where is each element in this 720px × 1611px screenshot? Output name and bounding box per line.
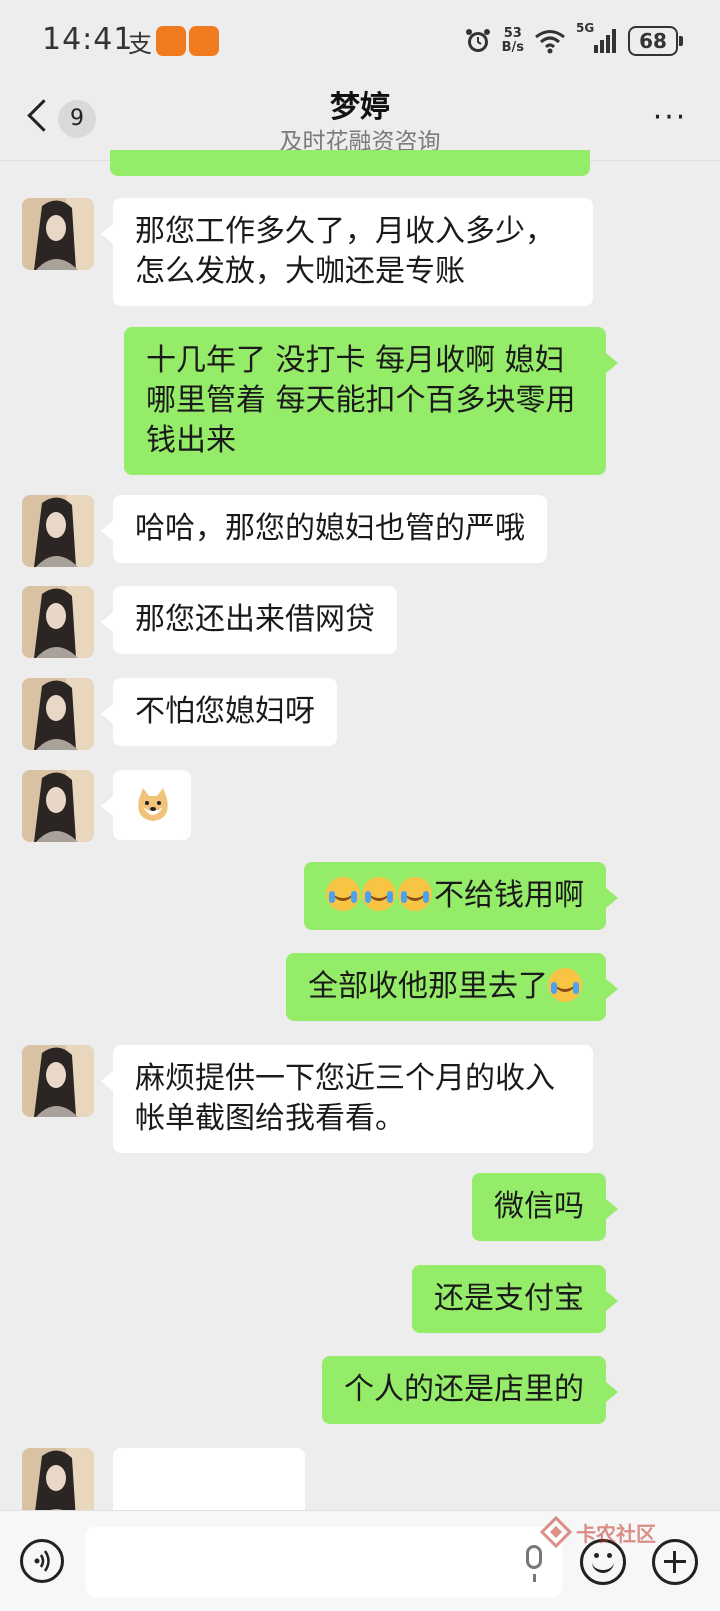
contact-avatar[interactable] — [22, 198, 94, 270]
chat-header: 9 梦婷 及时花融资咨询 ··· — [0, 80, 720, 161]
net-speed-unit: B/s — [501, 40, 524, 55]
message-text: 全部收他那里去了 — [308, 969, 548, 1004]
message-bubble-incoming[interactable]: 麻烦提供一下您近三个月的收入帐单截图给我看看。 — [101, 1045, 593, 1153]
message-text: 不给钱用啊 — [434, 878, 584, 913]
watermark-logo-icon — [539, 1515, 573, 1549]
face-with-tears-of-joy-icon — [326, 877, 360, 911]
message-bubble-incoming-partial[interactable] — [113, 1448, 305, 1510]
contact-avatar[interactable] — [22, 1448, 94, 1510]
face-with-tears-of-joy-icon — [398, 877, 432, 911]
cellular-signal-icon: 5G — [576, 21, 618, 55]
message-bubble-outgoing[interactable]: 十几年了 没打卡 每月收啊 媳妇哪里管着 每天能扣个百多块零用钱出来 — [124, 327, 618, 475]
alipay-icon: 支 — [128, 30, 152, 58]
watermark: 卡农社区 — [539, 1515, 660, 1556]
wifi-icon — [535, 30, 565, 54]
message-input[interactable] — [86, 1527, 562, 1597]
net-speed-value: 53 — [503, 26, 522, 41]
message-bubble-outgoing[interactable]: 微信吗 — [472, 1173, 618, 1241]
more-options-button[interactable]: ··· — [650, 100, 690, 135]
message-bubble-incoming[interactable]: 不怕您媳妇呀 — [101, 678, 337, 746]
message-bubble-incoming[interactable]: 那您还出来借网贷 — [101, 586, 397, 654]
contact-avatar[interactable] — [22, 586, 94, 658]
battery-indicator: 68 — [628, 26, 683, 56]
message-bubble-outgoing[interactable]: 还是支付宝 — [412, 1265, 618, 1333]
face-with-tears-of-joy-icon — [548, 968, 582, 1002]
status-icons: 53 B/s 5G 68 — [464, 21, 683, 58]
message-bubble-outgoing[interactable]: 全部收他那里去了 — [286, 953, 618, 1021]
watermark-text: 卡农社区 — [576, 1522, 656, 1546]
message-bubble-incoming[interactable]: 那您工作多久了，月收入多少，怎么发放，大咖还是专账 — [101, 198, 593, 306]
status-bar: 14:41 支 53 B/s 5G 68 — [0, 0, 720, 80]
app-notification-icon — [156, 26, 186, 56]
message-bubble-incoming-sticker[interactable] — [101, 770, 191, 840]
message-bubble-outgoing-partial[interactable] — [110, 150, 590, 176]
doge-icon — [138, 788, 168, 821]
app-notification-icon — [189, 26, 219, 56]
contact-avatar[interactable] — [22, 495, 94, 567]
message-bubble-outgoing[interactable]: 个人的还是店里的 — [322, 1356, 618, 1424]
net-speed: 53 B/s — [502, 27, 524, 55]
contact-avatar[interactable] — [22, 770, 94, 842]
voice-icon — [34, 1550, 50, 1572]
contact-avatar[interactable] — [22, 678, 94, 750]
contact-name: 梦婷 — [330, 90, 390, 125]
message-bubble-incoming[interactable]: 哈哈，那您的媳妇也管的严哦 — [101, 495, 547, 563]
alarm-icon — [465, 29, 490, 52]
status-time: 14:41 — [42, 22, 134, 57]
contact-avatar[interactable] — [22, 1045, 94, 1117]
face-with-tears-of-joy-icon — [362, 877, 396, 911]
message-bubble-outgoing[interactable]: 不给钱用啊 — [304, 862, 618, 930]
voice-input-button[interactable] — [20, 1539, 64, 1583]
